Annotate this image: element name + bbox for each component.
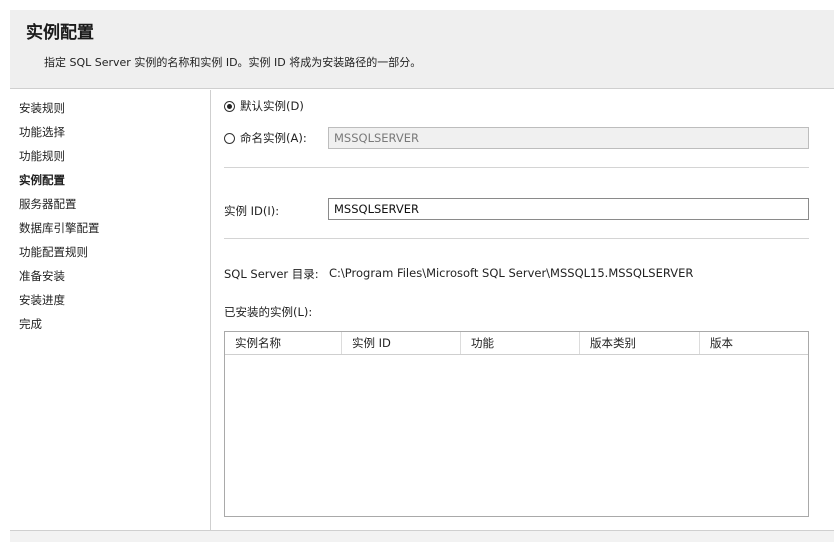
sidebar-item-feature-rules[interactable]: 功能规则 [19, 148, 65, 164]
named-instance-radio[interactable] [224, 132, 235, 144]
instance-id-label: 实例 ID(I): [224, 204, 280, 218]
separator [224, 238, 809, 239]
default-instance-radio[interactable] [224, 100, 235, 112]
sidebar-item-instance-config[interactable]: 实例配置 [19, 172, 65, 188]
table-header: 实例名称 实例 ID 功能 版本类别 版本 [225, 332, 808, 355]
default-instance-label: 默认实例(D) [240, 99, 304, 113]
sidebar-item-ready-to-install[interactable]: 准备安装 [19, 268, 65, 284]
sidebar-item-install-progress[interactable]: 安装进度 [19, 292, 65, 308]
sidebar-item-db-engine-config[interactable]: 数据库引擎配置 [19, 220, 100, 236]
installed-instances-table[interactable]: 实例名称 实例 ID 功能 版本类别 版本 [224, 331, 809, 517]
page-subtitle: 指定 SQL Server 实例的名称和实例 ID。实例 ID 将成为安装路径的… [44, 56, 422, 69]
named-instance-label: 命名实例(A): [240, 131, 307, 145]
sql-server-dir-label: SQL Server 目录: [224, 267, 319, 281]
column-header-edition[interactable]: 版本类别 [580, 332, 700, 354]
main-panel: 默认实例(D) 命名实例(A): MSSQLSERVER 实例 ID(I): M… [211, 90, 834, 530]
bottom-bar [10, 530, 834, 542]
sidebar-item-feature-config-rules[interactable]: 功能配置规则 [19, 244, 88, 260]
sidebar-item-complete[interactable]: 完成 [19, 316, 42, 332]
column-header-instance-name[interactable]: 实例名称 [225, 332, 342, 354]
default-instance-option[interactable]: 默认实例(D) [224, 98, 304, 114]
separator [224, 167, 809, 168]
column-header-instance-id[interactable]: 实例 ID [342, 332, 461, 354]
sidebar-item-feature-selection[interactable]: 功能选择 [19, 124, 65, 140]
sql-server-dir-value: C:\Program Files\Microsoft SQL Server\MS… [329, 266, 694, 280]
column-header-features[interactable]: 功能 [461, 332, 580, 354]
page-title: 实例配置 [26, 23, 94, 43]
sidebar-item-server-config[interactable]: 服务器配置 [19, 196, 77, 212]
sidebar-item-install-rules[interactable]: 安装规则 [19, 100, 65, 116]
sidebar-nav: 安装规则 功能选择 功能规则 实例配置 服务器配置 数据库引擎配置 功能配置规则… [10, 90, 211, 530]
named-instance-option[interactable]: 命名实例(A): [224, 130, 307, 146]
instance-id-input[interactable]: MSSQLSERVER [328, 198, 809, 220]
page-header: 实例配置 指定 SQL Server 实例的名称和实例 ID。实例 ID 将成为… [10, 10, 834, 89]
installed-instances-label: 已安装的实例(L): [224, 305, 313, 319]
column-header-version[interactable]: 版本 [700, 332, 808, 354]
named-instance-input[interactable]: MSSQLSERVER [328, 127, 809, 149]
